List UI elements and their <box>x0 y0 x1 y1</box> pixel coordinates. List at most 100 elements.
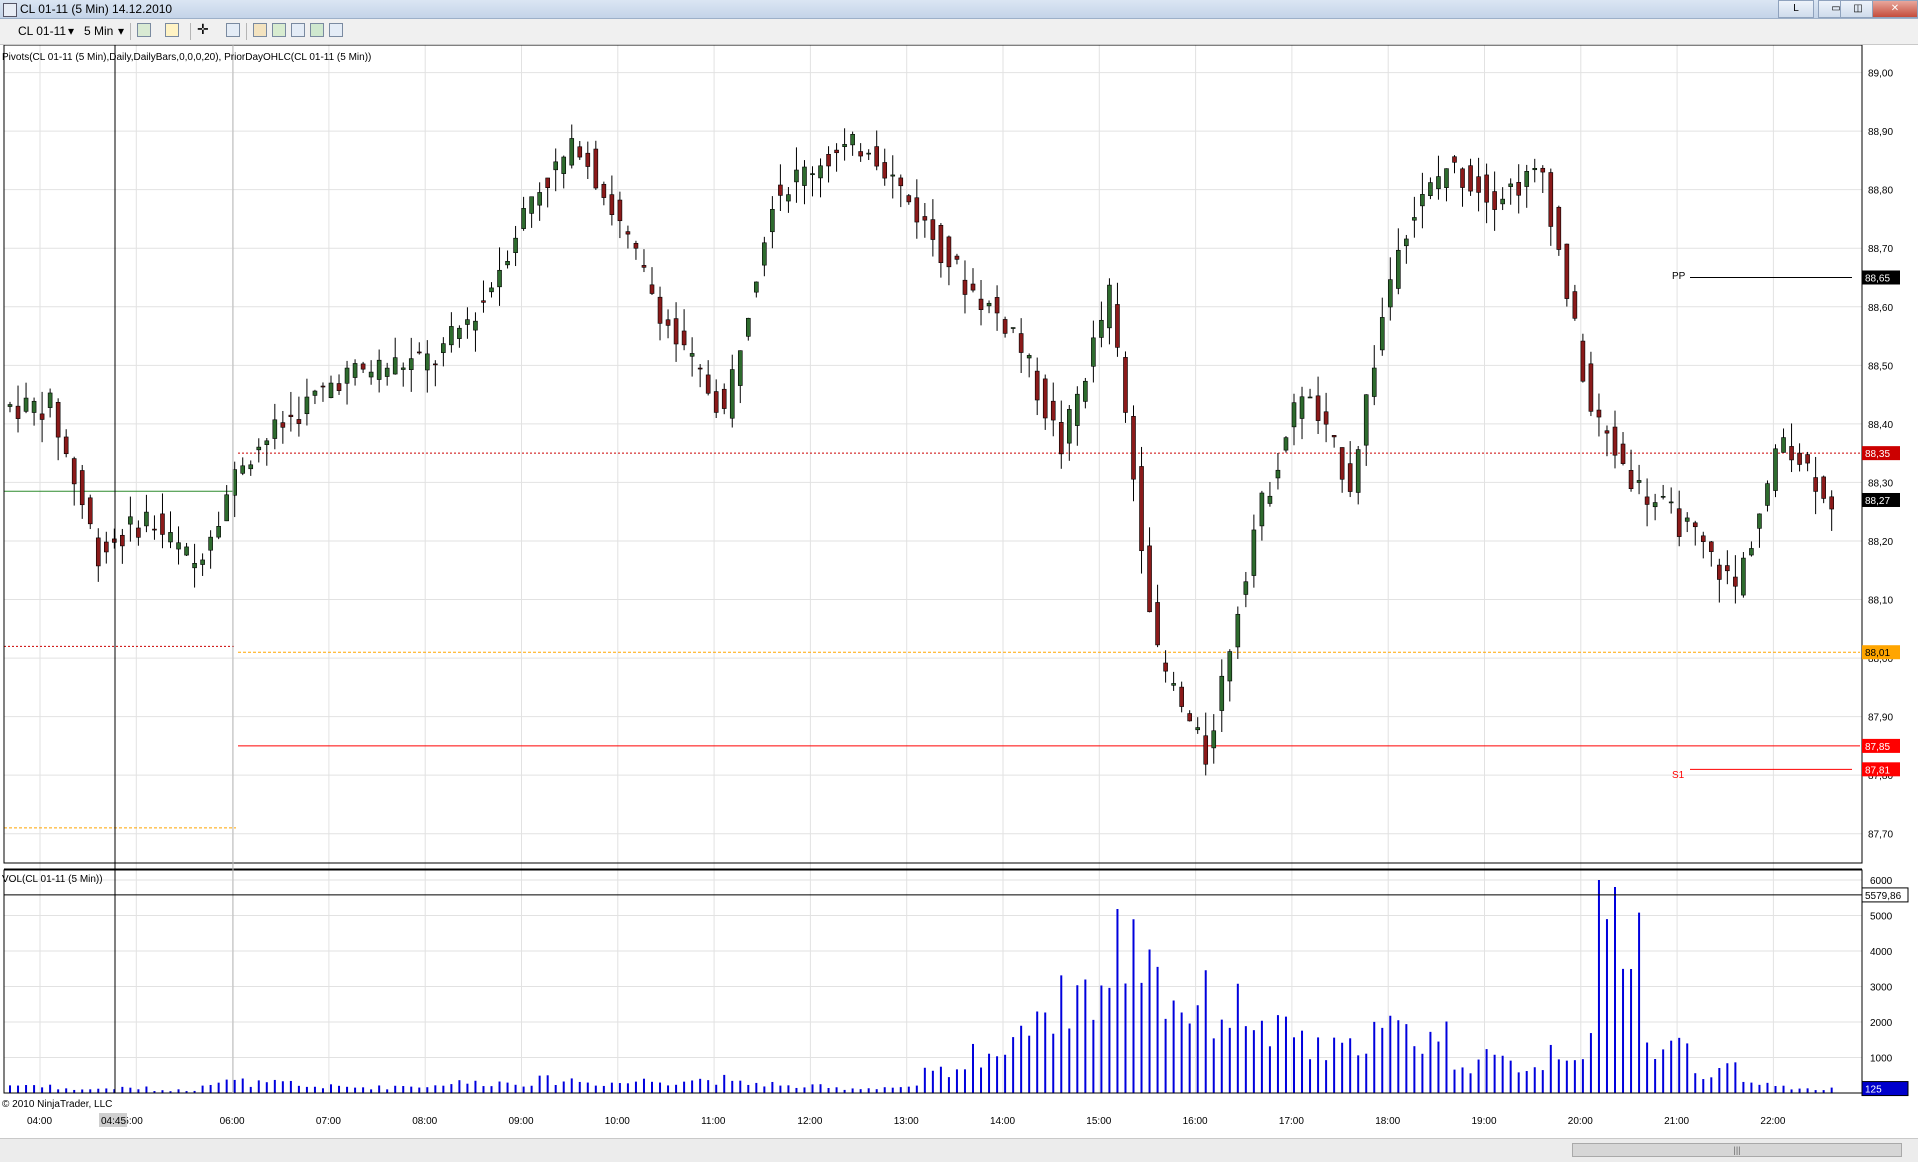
candle-body <box>1396 249 1401 289</box>
candle-body <box>79 470 85 506</box>
link-button[interactable]: L <box>1778 0 1814 18</box>
candle-body <box>1692 522 1698 528</box>
candle-body <box>786 194 791 202</box>
candle-body <box>1147 545 1152 613</box>
candle-body <box>529 196 534 214</box>
candle-body <box>1058 422 1064 455</box>
data-box-icon[interactable] <box>310 23 324 37</box>
candle-body <box>473 320 478 331</box>
copyright-text: © 2010 NinjaTrader, LLC <box>2 1099 112 1110</box>
candle-body <box>1460 168 1465 188</box>
interval-dropdown-icon[interactable]: ▾ <box>118 23 124 39</box>
close-button[interactable]: ✕ <box>1872 0 1918 18</box>
window-settings-icon[interactable] <box>329 23 343 37</box>
candle-body <box>794 169 799 183</box>
candle-body <box>449 326 454 346</box>
candle-body <box>256 446 262 451</box>
candle-body <box>1075 393 1080 426</box>
candle-body <box>1275 469 1281 479</box>
candle-body <box>1099 319 1104 338</box>
chart-area[interactable]: 89,00 88,90 88,80 88,70 88,60 88,50 88,40 88,30… <box>0 44 1918 1135</box>
instrument-selector[interactable]: CL 01-11 <box>18 23 66 39</box>
candle-body <box>633 242 639 249</box>
strategies-icon[interactable] <box>272 23 286 37</box>
candle-body <box>1115 304 1120 348</box>
time-tick-label: 11:00 <box>701 1116 726 1127</box>
candle-body <box>866 152 871 155</box>
candle-body <box>1540 167 1546 173</box>
candle-body <box>95 537 101 567</box>
candle-body <box>1243 581 1249 595</box>
candle-body <box>770 208 775 233</box>
candle-body <box>625 231 631 235</box>
maximize-button[interactable]: ◫ <box>1840 0 1876 18</box>
candle-body <box>433 363 438 366</box>
candle-body <box>1492 191 1497 210</box>
candle-body <box>545 177 550 189</box>
candle-body <box>23 397 29 412</box>
properties-icon[interactable] <box>291 23 305 37</box>
time-tick-label: 14:00 <box>990 1116 1015 1127</box>
indicators-icon[interactable] <box>253 23 267 37</box>
price-tick-label: 88,40 <box>1868 420 1893 431</box>
time-tick-label: 22:00 <box>1760 1116 1785 1127</box>
candle-body <box>842 144 847 147</box>
candle-body <box>1484 174 1489 203</box>
scrollbar-thumb[interactable]: ||| <box>1572 1143 1902 1157</box>
candle-body <box>1299 396 1305 419</box>
candle-body <box>1508 183 1513 187</box>
candle-body <box>1388 279 1393 308</box>
candle-body <box>1580 340 1586 382</box>
candle-body <box>721 388 727 409</box>
candle-body <box>1636 480 1642 483</box>
candle-body <box>1444 168 1449 188</box>
zoom-icon[interactable] <box>226 23 240 37</box>
candle-body <box>1179 686 1184 707</box>
candle-body <box>1235 613 1241 648</box>
candle-body <box>1572 291 1578 319</box>
candle-body <box>1676 508 1682 537</box>
candle-body <box>1725 565 1730 572</box>
bar-type-icon[interactable] <box>137 23 151 37</box>
candle-body <box>1002 319 1008 334</box>
volume-tick-label: 3000 <box>1870 983 1893 994</box>
candle-body <box>87 497 93 525</box>
candle-body <box>248 464 254 470</box>
candle-body <box>1789 446 1794 461</box>
candle-body <box>288 414 294 417</box>
price-marker-label: 88,01 <box>1865 648 1890 659</box>
time-tick-label: 16:00 <box>1183 1116 1208 1127</box>
candle-body <box>1123 357 1128 413</box>
candle-body <box>360 363 366 370</box>
candle-body <box>649 284 655 294</box>
candle-body <box>296 419 302 424</box>
candle-body <box>1468 165 1473 192</box>
window-title: CL 01-11 (5 Min) 14.12.2010 <box>20 2 173 16</box>
price-tick-label: 88,50 <box>1868 361 1893 372</box>
chart-canvas[interactable]: 89,00 88,90 88,80 88,70 88,60 88,50 88,40 88,30… <box>0 44 1918 1135</box>
horizontal-scrollbar[interactable]: ||| <box>0 1138 1918 1162</box>
candle-body <box>416 351 422 354</box>
volume-tick-label: 5000 <box>1870 912 1893 923</box>
price-marker-label: 87,85 <box>1865 742 1890 753</box>
crosshair-icon[interactable]: ✛ <box>197 22 211 37</box>
candle-body <box>1709 541 1714 552</box>
time-tick-label: 06:00 <box>220 1116 245 1127</box>
price-tick-label: 88,80 <box>1868 186 1893 197</box>
candle-body <box>1452 156 1457 163</box>
drawing-tool-icon[interactable] <box>165 23 179 37</box>
candle-body <box>441 343 446 353</box>
instrument-dropdown-icon[interactable]: ▾ <box>68 23 74 39</box>
candle-body <box>304 396 310 415</box>
candle-body <box>1749 548 1754 556</box>
candle-body <box>1195 727 1200 731</box>
candle-body <box>1203 735 1209 765</box>
candle-body <box>1315 395 1321 421</box>
candle-body <box>1026 355 1032 359</box>
interval-selector[interactable]: 5 Min <box>84 23 113 39</box>
candle-body <box>63 436 69 455</box>
candle-body <box>665 319 671 326</box>
toolbar-divider <box>246 23 247 40</box>
candle-body <box>754 281 759 293</box>
candle-body <box>729 369 735 419</box>
